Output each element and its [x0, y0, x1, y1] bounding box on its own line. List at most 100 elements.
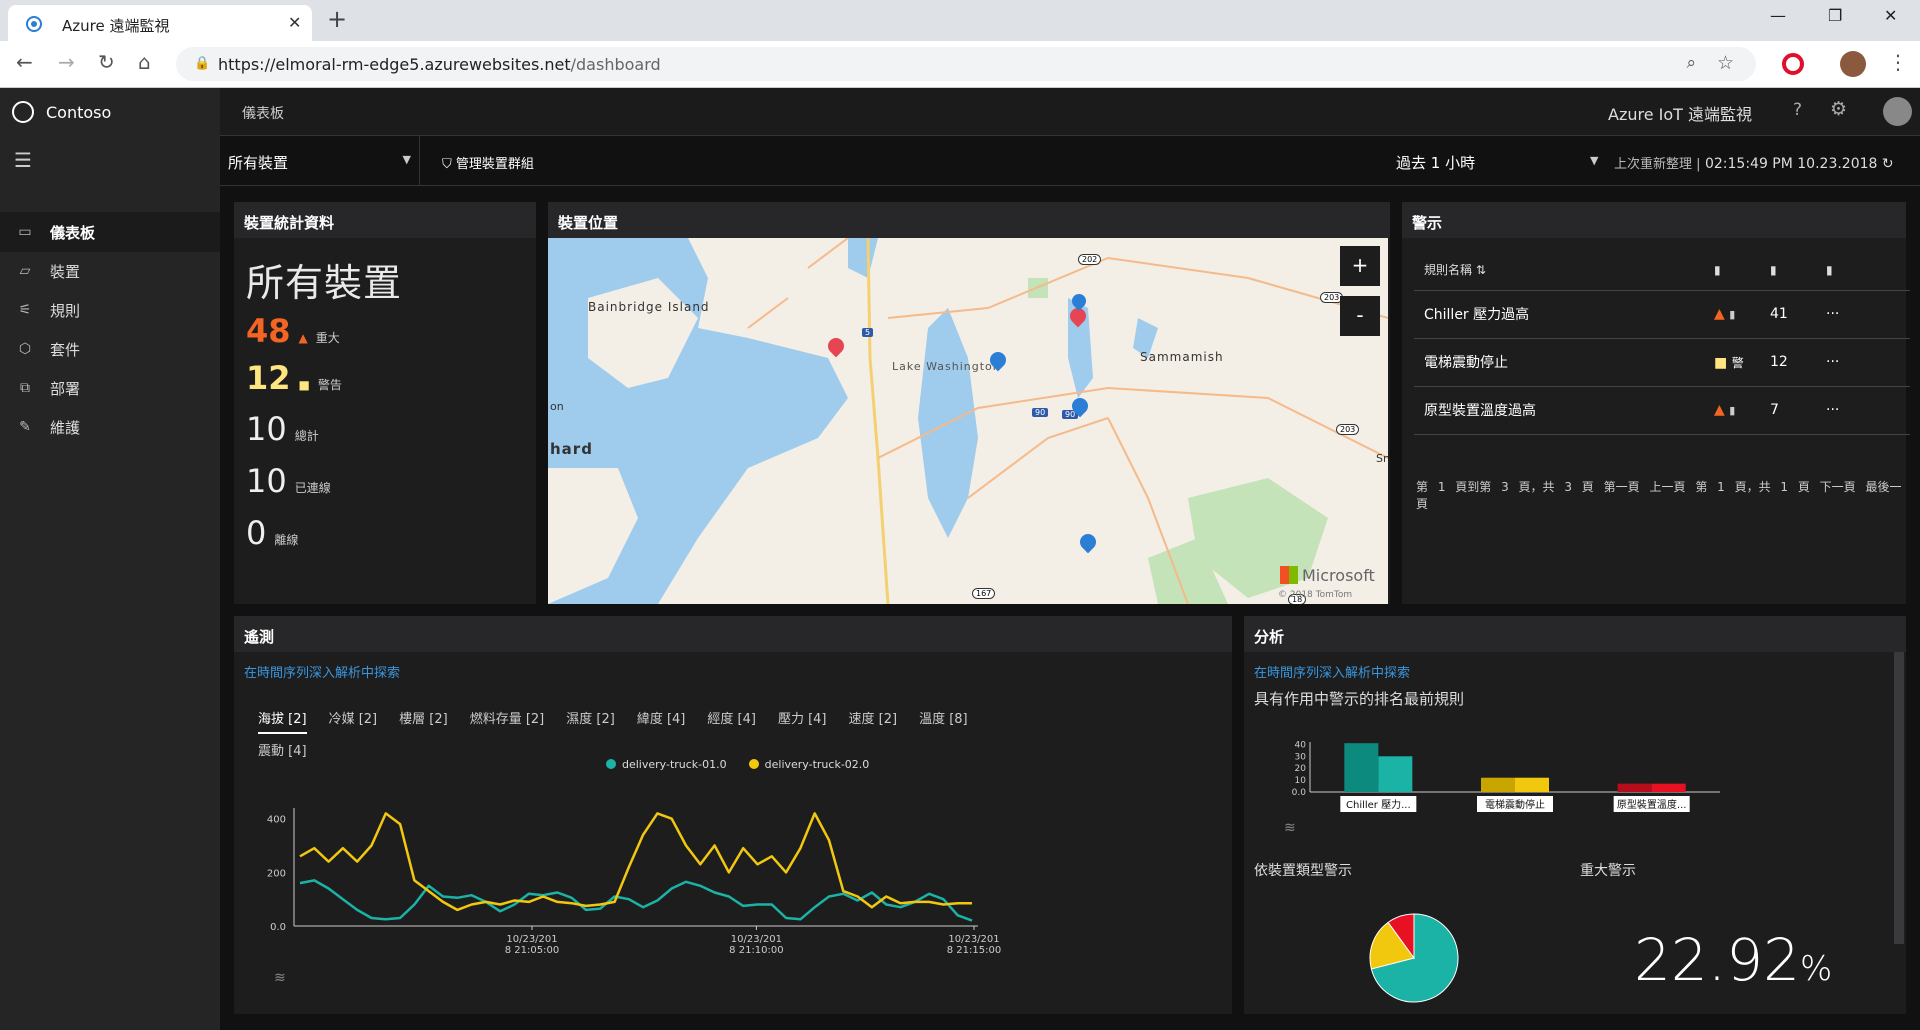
device-location-panel: 裝置位置 Bainbridge Island Lake Washington S… — [548, 202, 1390, 604]
column-more[interactable]: ▮ — [1826, 250, 1910, 291]
more-options-icon[interactable]: ··· — [1826, 290, 1910, 339]
map-label: Sammamish — [1140, 350, 1224, 364]
alerts-table: 規則名稱 ⇅ ▮ ▮ ▮ Chiller 壓力過高 ▲ ▮ 41 ··· 電梯震… — [1414, 250, 1910, 435]
y-tick-label: 10 — [1295, 776, 1307, 786]
close-window-icon[interactable]: ✕ — [1884, 6, 1897, 25]
manage-groups-button[interactable]: ⛉ 管理裝置群組 — [442, 153, 534, 172]
tab-altitude[interactable]: 海拔 [2] — [258, 708, 307, 734]
minimize-icon[interactable]: — — [1770, 6, 1786, 25]
restore-icon[interactable]: ❐ — [1828, 6, 1842, 25]
user-avatar[interactable] — [1883, 97, 1912, 126]
critical-count: 48 ▲ 重大 — [246, 312, 340, 350]
legend-swatch — [606, 759, 616, 769]
sidebar-item-packages[interactable]: ⬡ 套件 — [0, 329, 220, 369]
map-label: Sn — [1376, 452, 1388, 465]
tab-humidity[interactable]: 濕度 [2] — [566, 704, 615, 736]
app-title: Azure IoT 遠端監視 — [1608, 105, 1753, 124]
hamburger-menu-icon[interactable]: ☰ — [14, 148, 32, 172]
pager-first[interactable]: 第一頁 — [1604, 480, 1640, 494]
reload-icon[interactable]: ↻ — [98, 50, 115, 74]
tab-longitude[interactable]: 經度 [4] — [707, 704, 756, 736]
map-canvas[interactable]: Bainbridge Island Lake Washington Sammam… — [548, 238, 1388, 604]
total-count: 10 總計 — [246, 410, 319, 448]
new-tab-icon[interactable]: + — [327, 5, 347, 33]
device-type-pie-chart[interactable] — [1364, 908, 1464, 1008]
refresh-icon[interactable]: ↻ — [1882, 156, 1894, 172]
help-icon[interactable]: ? — [1793, 100, 1802, 120]
back-icon[interactable]: ← — [16, 50, 33, 74]
device-group-value: 所有裝置 — [228, 154, 289, 172]
home-icon[interactable]: ⌂ — [138, 50, 151, 74]
url-field[interactable]: 🔒 https://elmoral-rm-edge5.azurewebsites… — [176, 47, 1756, 81]
legend-item[interactable]: delivery-truck-01.0 — [606, 758, 727, 771]
sidebar-item-devices[interactable]: ▱ 裝置 — [0, 251, 220, 291]
profile-avatar[interactable] — [1840, 51, 1866, 77]
telemetry-line-chart[interactable]: 400 200 0.0 10/23/201 8 21:05:00 10/23/201 8 2… — [264, 802, 1064, 1002]
column-rule-name[interactable]: 規則名稱 ⇅ — [1414, 250, 1714, 291]
critical-value: 48 — [246, 312, 291, 350]
scrollbar[interactable] — [1894, 652, 1904, 944]
sidebar-item-label: 儀表板 — [50, 223, 96, 242]
status-icon: ▮ — [1729, 404, 1736, 417]
device-group-dropdown[interactable]: 所有裝置 ▼ — [220, 136, 420, 186]
browser-menu-icon[interactable]: ⋮ — [1888, 50, 1908, 74]
opera-extension-icon[interactable] — [1782, 53, 1804, 75]
map-svg — [548, 238, 1388, 604]
table-row[interactable]: 電梯震動停止 ■ 警 12 ··· — [1414, 338, 1910, 387]
severity-cell: ▲ ▮ — [1714, 290, 1770, 339]
more-options-icon[interactable]: ··· — [1826, 338, 1910, 387]
column-severity[interactable]: ▮ — [1714, 250, 1770, 291]
filter-icon: ⛉ — [442, 157, 456, 172]
tab-speed[interactable]: 速度 [2] — [849, 704, 898, 736]
sidebar-item-maintenance[interactable]: ✎ 維護 — [0, 407, 220, 447]
panel-title: 裝置統計資料 — [234, 202, 536, 238]
layers-icon[interactable]: ≋ — [274, 970, 286, 986]
gear-icon[interactable]: ⚙ — [1830, 98, 1847, 120]
sidebar-item-rules[interactable]: ⚟ 規則 — [0, 290, 220, 330]
zoom-out-button[interactable]: - — [1340, 296, 1380, 336]
column-count[interactable]: ▮ — [1770, 250, 1826, 291]
y-tick-label: 400 — [267, 815, 286, 826]
sidebar: Contoso ☰ ▭ 儀表板 ▱ 裝置 ⚟ 規則 ⬡ 套件 ⧉ 部署 ✎ 維護 — [0, 88, 220, 1030]
time-range-dropdown[interactable]: 過去 1 小時 — [1396, 152, 1475, 173]
alerts-panel: 警示 規則名稱 ⇅ ▮ ▮ ▮ Chiller 壓力過高 ▲ ▮ 41 ··· … — [1402, 202, 1910, 604]
address-bar: ← → ↻ ⌂ 🔒 https://elmoral-rm-edge5.azure… — [0, 41, 1920, 88]
chart-legend: delivery-truck-01.0 delivery-truck-02.0 — [606, 758, 869, 771]
top-rules-bar-chart[interactable]: 40 30 20 10 0.0 Chiller 壓力... 電梯震動停止 原型裝置溫度... — [1274, 734, 1794, 844]
table-row[interactable]: Chiller 壓力過高 ▲ ▮ 41 ··· — [1414, 290, 1910, 339]
road-badge: 202 — [1078, 254, 1102, 265]
close-tab-icon[interactable]: ✕ — [288, 13, 301, 32]
bookmark-star-icon[interactable]: ☆ — [1717, 52, 1734, 74]
zoom-icon[interactable]: ⌕ — [1686, 53, 1696, 73]
breadcrumb[interactable]: 儀表板 — [242, 103, 284, 123]
explore-tsi-link[interactable]: 在時間序列深入解析中探索 — [1254, 662, 1410, 681]
legend-item[interactable]: delivery-truck-02.0 — [748, 758, 869, 771]
pager-prev[interactable]: 上一頁 — [1649, 480, 1685, 494]
explore-tsi-link[interactable]: 在時間序列深入解析中探索 — [244, 662, 400, 681]
zoom-in-button[interactable]: + — [1340, 246, 1380, 286]
tab-refrigerant[interactable]: 冷媒 [2] — [329, 704, 378, 736]
tab-latitude[interactable]: 緯度 [4] — [637, 704, 686, 736]
table-header: 規則名稱 ⇅ ▮ ▮ ▮ — [1414, 250, 1910, 291]
panel-title: 警示 — [1402, 202, 1906, 238]
sidebar-item-deployments[interactable]: ⧉ 部署 — [0, 368, 220, 408]
layers-icon[interactable]: ≋ — [1284, 820, 1296, 836]
table-row[interactable]: 原型裝置溫度過高 ▲ ▮ 7 ··· — [1414, 386, 1910, 435]
tab-floor[interactable]: 樓層 [2] — [399, 704, 448, 736]
y-tick-label: 0.0 — [1292, 788, 1307, 798]
road-badge: 167 — [972, 588, 996, 599]
sidebar-item-dashboard[interactable]: ▭ 儀表板 — [0, 212, 220, 252]
pager-next[interactable]: 下一頁 — [1820, 480, 1856, 494]
tab-fuel[interactable]: 燃料存量 [2] — [470, 704, 545, 736]
bar — [1515, 777, 1549, 792]
legend-swatch — [748, 759, 759, 769]
forward-icon[interactable]: → — [58, 50, 75, 74]
tab-temperature[interactable]: 溫度 [8] — [919, 704, 968, 736]
lock-icon: 🔒 — [194, 56, 211, 71]
offline-value: 0 — [246, 514, 267, 552]
tab-pressure[interactable]: 壓力 [4] — [778, 704, 827, 736]
sidebar-item-label: 規則 — [50, 301, 81, 320]
tab-vibration[interactable]: 震動 [4] — [258, 736, 307, 768]
browser-tab[interactable]: Azure 遠端監視 ✕ — [8, 5, 312, 41]
more-options-icon[interactable]: ··· — [1826, 386, 1910, 435]
